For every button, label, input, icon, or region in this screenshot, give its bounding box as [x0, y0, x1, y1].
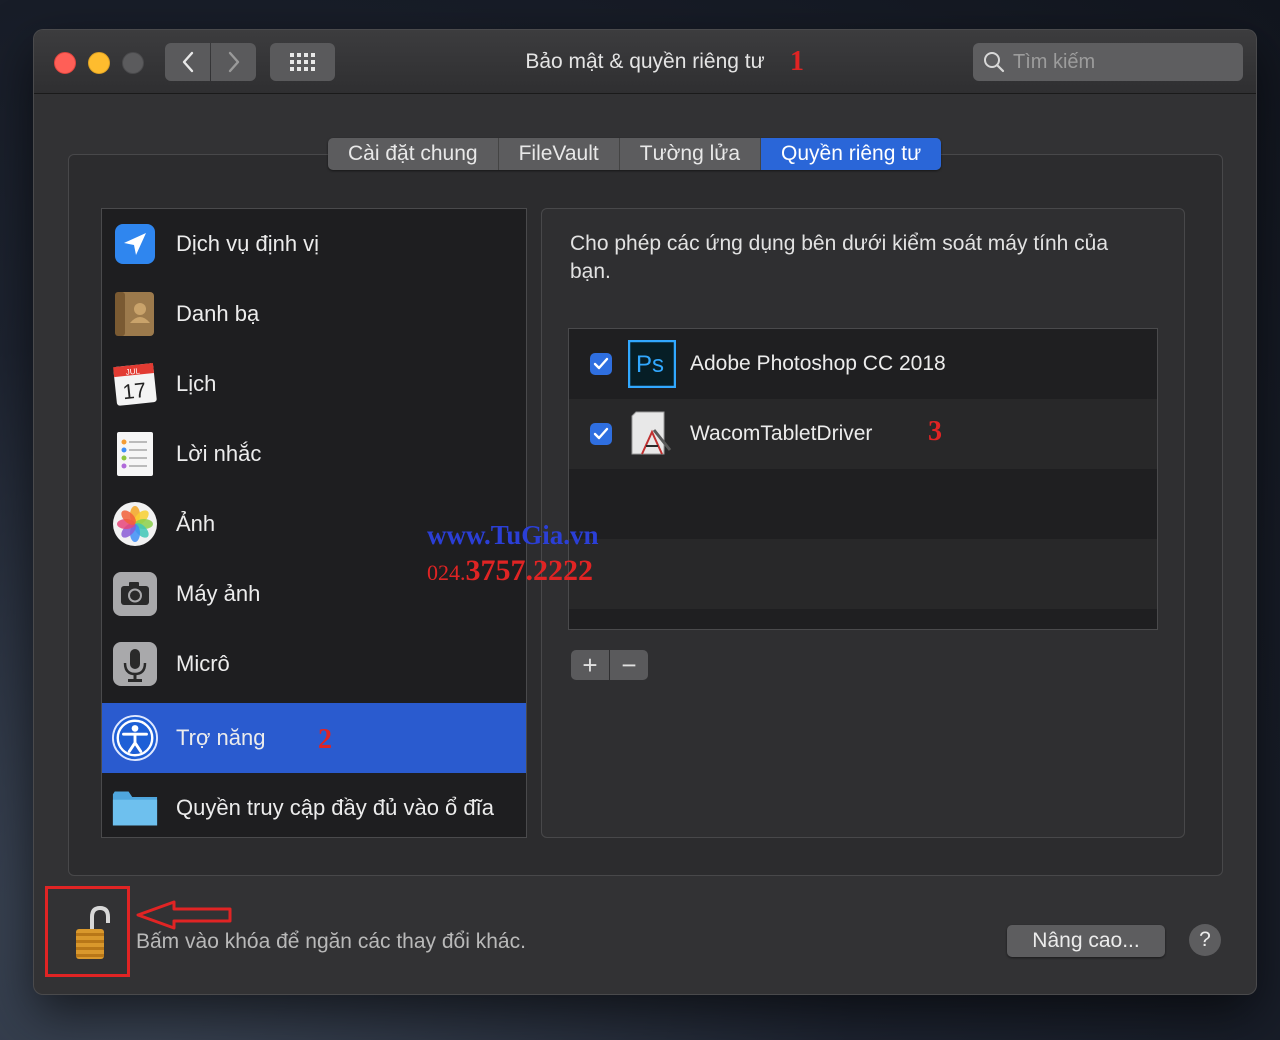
- checkmark-icon: [593, 357, 609, 370]
- sidebar-item-location-services[interactable]: Dịch vụ định vị: [102, 209, 526, 279]
- lock-button[interactable]: [72, 905, 112, 961]
- empty-row: [569, 539, 1157, 609]
- help-button[interactable]: ?: [1189, 924, 1221, 956]
- add-app-button[interactable]: +: [571, 650, 609, 680]
- sidebar-item-label: Lời nhắc: [176, 441, 262, 466]
- minus-icon: −: [621, 650, 637, 680]
- annotation-number-3: 3: [928, 416, 942, 447]
- tab-firewall[interactable]: Tường lửa: [620, 138, 762, 170]
- app-row-wacom[interactable]: WacomTabletDriver: [569, 399, 1157, 469]
- watermark-phone: 024.3757.2222: [427, 554, 593, 588]
- app-list: Ps Adobe Photoshop CC 2018 WacomTabletDr…: [568, 328, 1158, 630]
- tab-privacy[interactable]: Quyền riêng tư: [761, 138, 942, 170]
- search-icon: [984, 52, 1005, 73]
- sidebar-item-label: Trợ năng: [176, 725, 266, 750]
- location-arrow-icon: [112, 221, 158, 267]
- title-bar: Bảo mật & quyền riêng tư 1: [34, 30, 1256, 94]
- tab-general[interactable]: Cài đặt chung: [328, 138, 499, 170]
- sidebar-item-contacts[interactable]: Danh bạ: [102, 279, 526, 349]
- sidebar-item-label: Quyền truy cập đầy đủ vào ổ đĩa: [176, 795, 494, 820]
- calendar-icon-day: 17: [122, 379, 148, 404]
- annotation-arrow-icon: [136, 900, 232, 930]
- checkmark-icon: [593, 427, 609, 440]
- remove-app-button[interactable]: −: [610, 650, 648, 680]
- annotation-number-2: 2: [318, 724, 332, 755]
- sidebar-item-calendar[interactable]: JUL 17 Lịch: [102, 349, 526, 419]
- photoshop-icon-text: Ps: [636, 351, 664, 378]
- watermark-phone-number: 3757.2222: [465, 554, 594, 587]
- advanced-button[interactable]: Nâng cao...: [1007, 925, 1165, 957]
- calendar-icon-month: JUL: [125, 366, 141, 376]
- contacts-book-icon: [112, 291, 158, 337]
- accessibility-icon: [112, 715, 158, 761]
- watermark-site: www.TuGia.vn: [427, 520, 599, 550]
- sidebar-item-label: Ảnh: [176, 511, 216, 536]
- lock-hint-text: Bấm vào khóa để ngăn các thay đổi khác.: [136, 930, 526, 953]
- detail-description: Cho phép các ứng dụng bên dưới kiểm soát…: [570, 232, 1109, 283]
- wacom-driver-icon: [631, 411, 672, 455]
- camera-icon: [112, 571, 158, 617]
- sidebar-item-label: Danh bạ: [176, 301, 260, 326]
- search-field[interactable]: [973, 43, 1243, 81]
- folder-icon: [112, 785, 158, 831]
- sidebar-item-label: Lịch: [176, 371, 217, 396]
- sidebar-item-accessibility[interactable]: Trợ năng: [102, 703, 526, 773]
- app-name: WacomTabletDriver: [690, 422, 873, 445]
- annotation-number-1: 1: [790, 46, 804, 77]
- preferences-window: Bảo mật & quyền riêng tư 1 Cài đặt chung…: [34, 30, 1256, 994]
- photoshop-icon: Ps: [628, 340, 676, 388]
- plus-icon: +: [582, 650, 598, 680]
- sidebar-item-microphone[interactable]: Micrô: [102, 629, 526, 699]
- photos-icon: [112, 501, 158, 547]
- empty-row: [569, 469, 1157, 539]
- sidebar-item-reminders[interactable]: Lời nhắc: [102, 419, 526, 489]
- search-input[interactable]: [1013, 50, 1233, 74]
- sidebar-item-full-disk-access[interactable]: Quyền truy cập đầy đủ vào ổ đĩa: [102, 773, 526, 843]
- reminders-icon: [112, 431, 158, 477]
- sidebar-item-label: Micrô: [176, 651, 230, 676]
- microphone-icon: [112, 641, 158, 687]
- tab-filevault[interactable]: FileVault: [499, 138, 620, 170]
- sidebar-item-label: Dịch vụ định vị: [176, 231, 320, 256]
- sidebar-item-label: Máy ảnh: [176, 581, 261, 606]
- watermark-phone-prefix: 024.: [427, 560, 466, 585]
- app-checkbox[interactable]: [590, 423, 612, 445]
- tab-bar: Cài đặt chung FileVault Tường lửa Quyền …: [328, 138, 942, 170]
- calendar-icon: JUL 17: [112, 361, 158, 407]
- unlocked-padlock-icon: [76, 905, 110, 959]
- app-name: Adobe Photoshop CC 2018: [690, 352, 946, 375]
- app-checkbox[interactable]: [590, 353, 612, 375]
- app-row-photoshop[interactable]: Ps Adobe Photoshop CC 2018: [569, 329, 1157, 399]
